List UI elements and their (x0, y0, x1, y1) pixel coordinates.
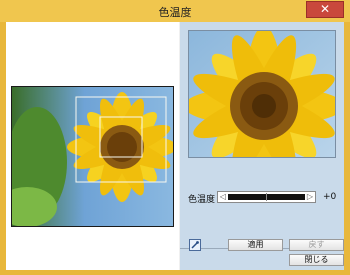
navigator-pane (6, 22, 179, 270)
color-temperature-slider[interactable]: ◁ ▷ (217, 191, 316, 203)
slider-left-arrow-icon[interactable]: ◁ (218, 192, 228, 202)
title-bar: 色温度 ✕ (0, 0, 350, 22)
window-title: 色温度 (158, 6, 192, 19)
navigator-thumbnail[interactable] (11, 86, 174, 227)
eyedropper-icon[interactable] (189, 239, 201, 251)
revert-button[interactable]: 戻す (289, 239, 344, 251)
dialog-body: 色温度 ◁ ▷ +0 適用 戻す 閉じる (6, 22, 344, 270)
settings-pane: 色温度 ◁ ▷ +0 適用 戻す 閉じる (180, 22, 344, 270)
apply-button[interactable]: 適用 (228, 239, 283, 251)
close-button[interactable]: 閉じる (289, 254, 344, 266)
color-temperature-value: +0 (323, 192, 337, 202)
window-close-button[interactable]: ✕ (306, 1, 344, 18)
sunflower-preview-image (189, 31, 335, 157)
color-temperature-label: 色温度 (188, 195, 216, 205)
slider-center-mark (266, 193, 267, 201)
slider-right-arrow-icon[interactable]: ▷ (305, 192, 315, 202)
sunflower-thumbnail-image (12, 87, 173, 226)
preview-image-frame (188, 30, 336, 158)
